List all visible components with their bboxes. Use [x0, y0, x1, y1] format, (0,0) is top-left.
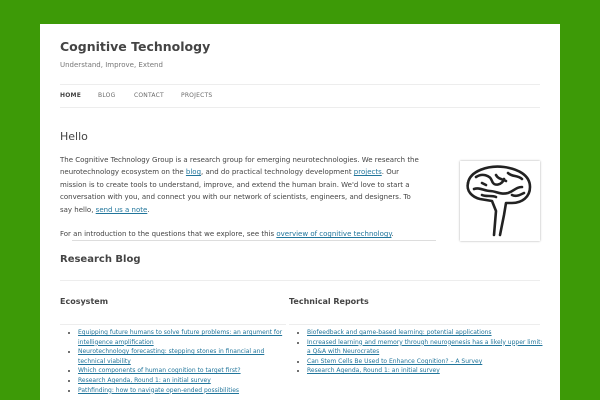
post-link[interactable]: Neurotechnology forecasting: stepping st… [78, 348, 264, 365]
list-item: Can Stem Cells Be Used to Enhance Cognit… [307, 357, 547, 367]
list-item: Pathfinding: how to navigate open-ended … [78, 386, 292, 396]
list-item: Neurotechnology forecasting: stepping st… [78, 347, 292, 366]
main-navigation: HOME BLOG CONTACT PROJECTS [60, 84, 540, 108]
intro-text-segment: , and do practical technology developmen… [201, 168, 354, 177]
ecosystem-heading: Ecosystem [60, 297, 109, 306]
intro-paragraph: The Cognitive Technology Group is a rese… [60, 154, 420, 216]
post-link[interactable]: Biofeedback and game-based learning: pot… [307, 329, 492, 336]
technical-reports-post-list: Biofeedback and game-based learning: pot… [295, 328, 547, 376]
brain-image [460, 161, 540, 241]
post-link[interactable]: Research Agenda, Round 1: an initial sur… [78, 377, 211, 384]
section-divider [72, 240, 436, 241]
ecosystem-post-list: Equipping future humans to solve future … [66, 328, 292, 395]
column-divider [289, 324, 540, 325]
projects-link[interactable]: projects [354, 168, 382, 176]
overview-paragraph: For an introduction to the questions tha… [60, 228, 420, 240]
site-title[interactable]: Cognitive Technology [60, 39, 210, 54]
send-note-link[interactable]: send us a note [96, 206, 148, 214]
post-link[interactable]: Equipping future humans to solve future … [78, 329, 282, 346]
list-item: Research Agenda, Round 1: an initial sur… [78, 376, 292, 386]
nav-item-projects[interactable]: PROJECTS [181, 92, 212, 99]
nav-item-contact[interactable]: CONTACT [134, 92, 164, 99]
research-blog-heading: Research Blog [60, 254, 141, 265]
overview-text-segment: For an introduction to the questions tha… [60, 230, 277, 239]
post-link[interactable]: Research Agenda, Round 1: an initial sur… [307, 367, 440, 374]
post-link[interactable]: Pathfinding: how to navigate open-ended … [78, 387, 239, 394]
post-link[interactable]: Can Stem Cells Be Used to Enhance Cognit… [307, 358, 482, 365]
column-divider [60, 324, 286, 325]
blog-divider [60, 280, 540, 281]
list-item: Research Agenda, Round 1: an initial sur… [307, 366, 547, 376]
nav-item-blog[interactable]: BLOG [98, 92, 115, 99]
list-item: Which components of human cognition to t… [78, 366, 292, 376]
page-container: Cognitive Technology Understand, Improve… [40, 24, 560, 400]
overview-link[interactable]: overview of cognitive technology [276, 230, 391, 238]
hello-heading: Hello [60, 130, 88, 143]
intro-text: The Cognitive Technology Group is a rese… [60, 154, 420, 253]
post-link[interactable]: Which components of human cognition to t… [78, 367, 241, 374]
technical-reports-heading: Technical Reports [289, 297, 369, 306]
overview-text-segment: . [391, 230, 394, 239]
brain-head-icon [466, 165, 532, 237]
list-item: Biofeedback and game-based learning: pot… [307, 328, 547, 338]
intro-text-segment: . [147, 205, 150, 214]
site-tagline: Understand, Improve, Extend [60, 61, 163, 69]
blog-link[interactable]: blog [186, 168, 201, 176]
list-item: Increased learning and memory through ne… [307, 338, 547, 357]
nav-item-home[interactable]: HOME [60, 92, 81, 99]
list-item: Equipping future humans to solve future … [78, 328, 292, 347]
post-link[interactable]: Increased learning and memory through ne… [307, 339, 542, 356]
